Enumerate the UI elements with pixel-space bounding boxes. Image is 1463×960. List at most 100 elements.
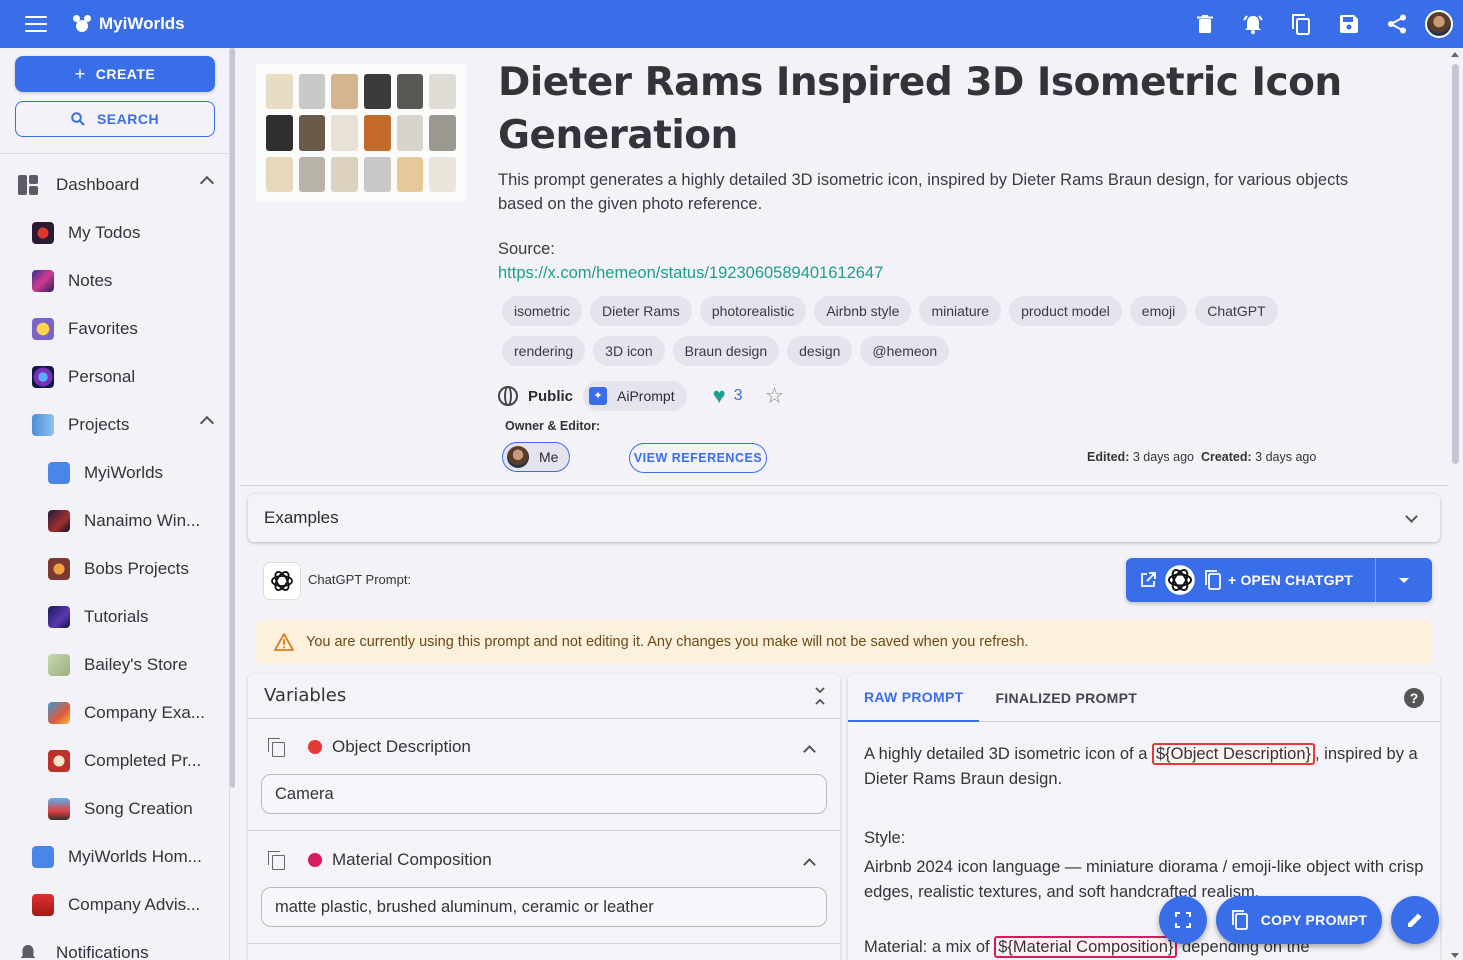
sidebar-item-myiworlds[interactable]: MyiWorlds	[0, 449, 230, 497]
variable-color-dot	[308, 740, 322, 754]
open-chatgpt-dropdown[interactable]	[1376, 558, 1432, 602]
tutorials-thumbnail	[48, 606, 70, 628]
projects-thumbnail	[32, 414, 54, 436]
fullscreen-button[interactable]	[1159, 896, 1207, 944]
open-chatgpt-button[interactable]: + OPEN CHATGPT	[1126, 558, 1432, 602]
tab-raw-prompt[interactable]: RAW PROMPT	[848, 674, 980, 722]
scroll-down-icon[interactable]	[1451, 953, 1459, 958]
edit-button[interactable]	[1391, 896, 1439, 944]
tag-chip[interactable]: product model	[1009, 296, 1122, 326]
bell-icon	[20, 945, 36, 958]
baileys-store-thumbnail	[48, 654, 70, 676]
chevron-up-icon[interactable]	[199, 175, 215, 191]
heart-icon[interactable]: ♥	[713, 383, 726, 409]
sidebar-item-tutorials[interactable]: Tutorials	[0, 593, 230, 641]
sidebar-item-notifications[interactable]: Notifications	[0, 929, 230, 960]
warning-icon	[274, 633, 294, 651]
sparkle-icon: ✦	[589, 387, 608, 405]
sidebar-item-my-todos[interactable]: My Todos	[0, 209, 230, 257]
variables-panel: Variables Object Description Camera Mate…	[248, 674, 840, 960]
globe-icon	[498, 386, 518, 406]
tag-chip[interactable]: Airbnb style	[814, 296, 912, 326]
copy-icon	[1231, 910, 1248, 930]
tag-chip[interactable]: emoji	[1129, 296, 1188, 326]
chevron-up-icon[interactable]	[803, 745, 816, 758]
chevron-up-icon[interactable]	[803, 858, 816, 871]
user-avatar[interactable]	[1425, 10, 1453, 38]
save-icon[interactable]	[1325, 0, 1373, 48]
sidebar-item-projects[interactable]: Projects	[0, 401, 230, 449]
brand[interactable]: MyiWorlds	[73, 14, 185, 34]
variable-object-description: Object Description Camera	[248, 719, 840, 831]
variable-reference[interactable]: ${Material Composition}	[994, 936, 1178, 958]
examples-accordion[interactable]: Examples	[248, 494, 1440, 542]
tag-chip[interactable]: Braun design	[672, 336, 780, 366]
view-references-button[interactable]: VIEW REFERENCES	[629, 443, 767, 473]
top-app-bar: MyiWorlds	[0, 0, 1463, 48]
tag-chip[interactable]: miniature	[919, 296, 1002, 326]
copy-icon[interactable]	[268, 851, 285, 870]
page-title: Dieter Rams Inspired 3D Isometric Icon G…	[498, 60, 1342, 158]
sidebar-item-company-advis[interactable]: Company Advis...	[0, 881, 230, 929]
sidebar-item-company-exa[interactable]: Company Exa...	[0, 689, 230, 737]
notes-thumbnail	[32, 270, 54, 292]
star-icon[interactable]: ☆	[765, 383, 785, 409]
create-button[interactable]: + CREATE	[15, 56, 215, 92]
bobs-projects-thumbnail	[48, 558, 70, 580]
chatgpt-logo-icon	[264, 563, 300, 599]
search-button[interactable]: SEARCH	[15, 101, 215, 137]
sidebar-item-baileys-store[interactable]: Bailey's Store	[0, 641, 230, 689]
copy-icon[interactable]	[268, 738, 285, 757]
sidebar-item-notes[interactable]: Notes	[0, 257, 230, 305]
menu-icon[interactable]	[25, 16, 47, 32]
sidebar-item-dashboard[interactable]: Dashboard	[0, 161, 230, 209]
collapse-all-icon[interactable]	[814, 686, 826, 706]
sidebar-item-completed-pr[interactable]: Completed Pr...	[0, 737, 230, 785]
owner-chip[interactable]: Me	[502, 442, 570, 472]
dashboard-icon	[18, 175, 38, 195]
sidebar-item-myiworlds-home[interactable]: MyiWorlds Hom...	[0, 833, 230, 881]
nanaimo-thumbnail	[48, 510, 70, 532]
sidebar-item-personal[interactable]: Personal	[0, 353, 230, 401]
my-todos-thumbnail	[32, 222, 54, 244]
main-scrollbar[interactable]	[1448, 48, 1463, 960]
trash-icon[interactable]	[1181, 0, 1229, 48]
tag-chip[interactable]: design	[787, 336, 853, 366]
sidebar-nav: Dashboard My Todos Notes Favorites Perso…	[0, 161, 230, 960]
app-title: MyiWorlds	[99, 14, 185, 33]
fullscreen-icon	[1175, 912, 1191, 928]
company-exa-thumbnail	[48, 702, 70, 724]
tag-chip[interactable]: isometric	[502, 296, 583, 326]
object-description-input[interactable]: Camera	[261, 774, 827, 814]
alarm-icon[interactable]	[1229, 0, 1277, 48]
material-composition-input[interactable]: matte plastic, brushed aluminum, ceramic…	[261, 887, 827, 927]
tag-chip[interactable]: rendering	[502, 336, 586, 366]
prompt-description: This prompt generates a highly detailed …	[498, 171, 1349, 213]
copy-icon	[1205, 570, 1221, 590]
chatgpt-icon	[1165, 565, 1195, 595]
type-chip[interactable]: ✦ AiPrompt	[583, 381, 687, 411]
sidebar-item-nanaimo[interactable]: Nanaimo Win...	[0, 497, 230, 545]
external-link-icon	[1141, 572, 1156, 587]
copy-prompt-button[interactable]: COPY PROMPT	[1216, 896, 1382, 944]
sidebar-item-bobs-projects[interactable]: Bobs Projects	[0, 545, 230, 593]
tab-finalized-prompt[interactable]: FINALIZED PROMPT	[979, 674, 1153, 722]
share-icon[interactable]	[1373, 0, 1421, 48]
chevron-up-icon[interactable]	[199, 415, 215, 431]
sidebar-scrollbar[interactable]	[230, 48, 237, 960]
edit-dates: Edited: 3 days ago Created: 3 days ago	[1087, 450, 1317, 464]
source-link[interactable]: https://x.com/hemeon/status/192306058940…	[498, 264, 883, 283]
tag-chip[interactable]: 3D icon	[593, 336, 665, 366]
tag-chip[interactable]: Dieter Rams	[590, 296, 692, 326]
variable-reference[interactable]: ${Object Description}	[1152, 743, 1316, 765]
tag-chip[interactable]: photorealistic	[699, 296, 807, 326]
tag-list: isometric Dieter Rams photorealistic Airbnb…	[502, 296, 1342, 366]
duplicate-icon[interactable]	[1277, 0, 1325, 48]
sidebar: + CREATE SEARCH Dashboard My Todos Notes …	[0, 48, 230, 960]
tag-chip[interactable]: @hemeon	[860, 336, 950, 366]
scroll-up-icon[interactable]	[1451, 52, 1459, 57]
sidebar-item-favorites[interactable]: Favorites	[0, 305, 230, 353]
tag-chip[interactable]: ChatGPT	[1195, 296, 1278, 326]
help-icon[interactable]: ?	[1404, 688, 1424, 708]
sidebar-item-song-creation[interactable]: Song Creation	[0, 785, 230, 833]
